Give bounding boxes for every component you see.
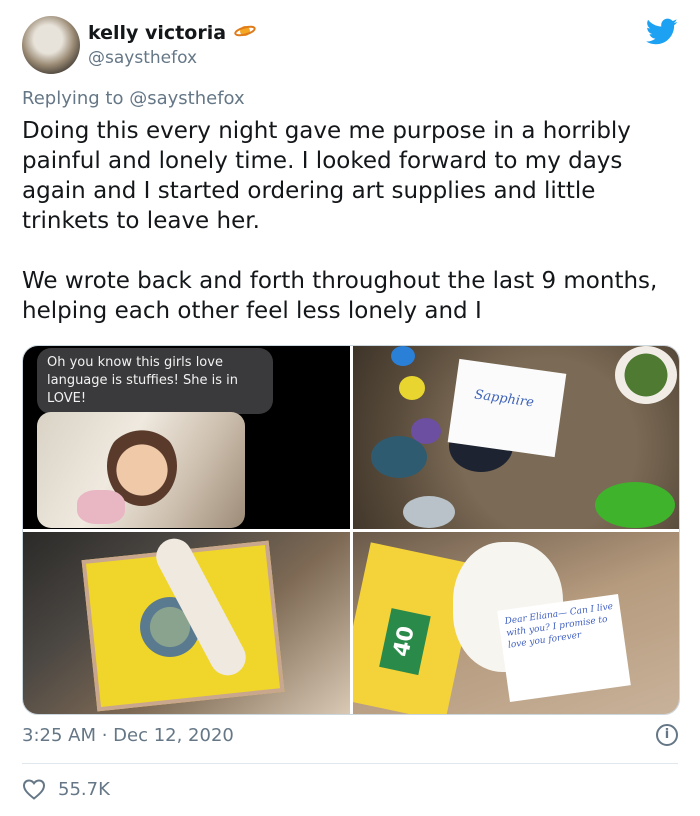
grey-rock [402, 496, 455, 528]
replying-to-mention[interactable]: @saysthefox [129, 88, 244, 109]
twitter-bird-icon[interactable] [645, 18, 678, 46]
tweet-text: Doing this every night gave me purpose i… [22, 118, 658, 324]
media-image-4[interactable]: 40 Dear Eliana— Can I live with you? I p… [352, 531, 679, 714]
message-bubble: Oh you know this girls love language is … [37, 348, 273, 414]
plant-pot [614, 346, 677, 404]
pink-stuffed-toy [77, 490, 125, 524]
author-display-name[interactable]: kelly victoria [88, 22, 226, 44]
avatar[interactable] [22, 16, 80, 74]
likes-row[interactable]: 55.7K [22, 778, 110, 800]
tweet-timestamp[interactable]: 3:25 AM · Dec 12, 2020 [22, 725, 234, 746]
girl-photo [37, 412, 245, 528]
media-grid: Oh you know this girls love language is … [22, 345, 680, 715]
divider [22, 763, 678, 764]
blue-painted-rock [390, 346, 415, 366]
media-image-3[interactable] [23, 531, 350, 714]
crayon-box-count: 40 [378, 607, 431, 675]
author-name-row[interactable]: kelly victoria [88, 22, 256, 44]
handwritten-letter: Dear Eliana— Can I live with you? I prom… [496, 593, 631, 702]
sapphire-note-text: Sapphire [472, 387, 535, 411]
replying-to: Replying to @saysthefox [22, 88, 245, 109]
green-frog-toy [594, 482, 675, 528]
author-handle[interactable]: @saysthefox [88, 48, 197, 68]
replying-to-prefix: Replying to [22, 88, 124, 109]
info-icon[interactable]: i [656, 724, 678, 746]
yellow-painted-rock [398, 376, 425, 400]
likes-count: 55.7K [58, 778, 110, 800]
galaxy-painted-rock [370, 436, 427, 478]
media-image-2[interactable]: Sapphire [352, 346, 679, 529]
heart-icon[interactable] [22, 778, 46, 800]
planet-emoji-icon [234, 22, 256, 44]
sapphire-note-card: Sapphire [447, 358, 566, 458]
media-image-1[interactable]: Oh you know this girls love language is … [23, 346, 350, 529]
